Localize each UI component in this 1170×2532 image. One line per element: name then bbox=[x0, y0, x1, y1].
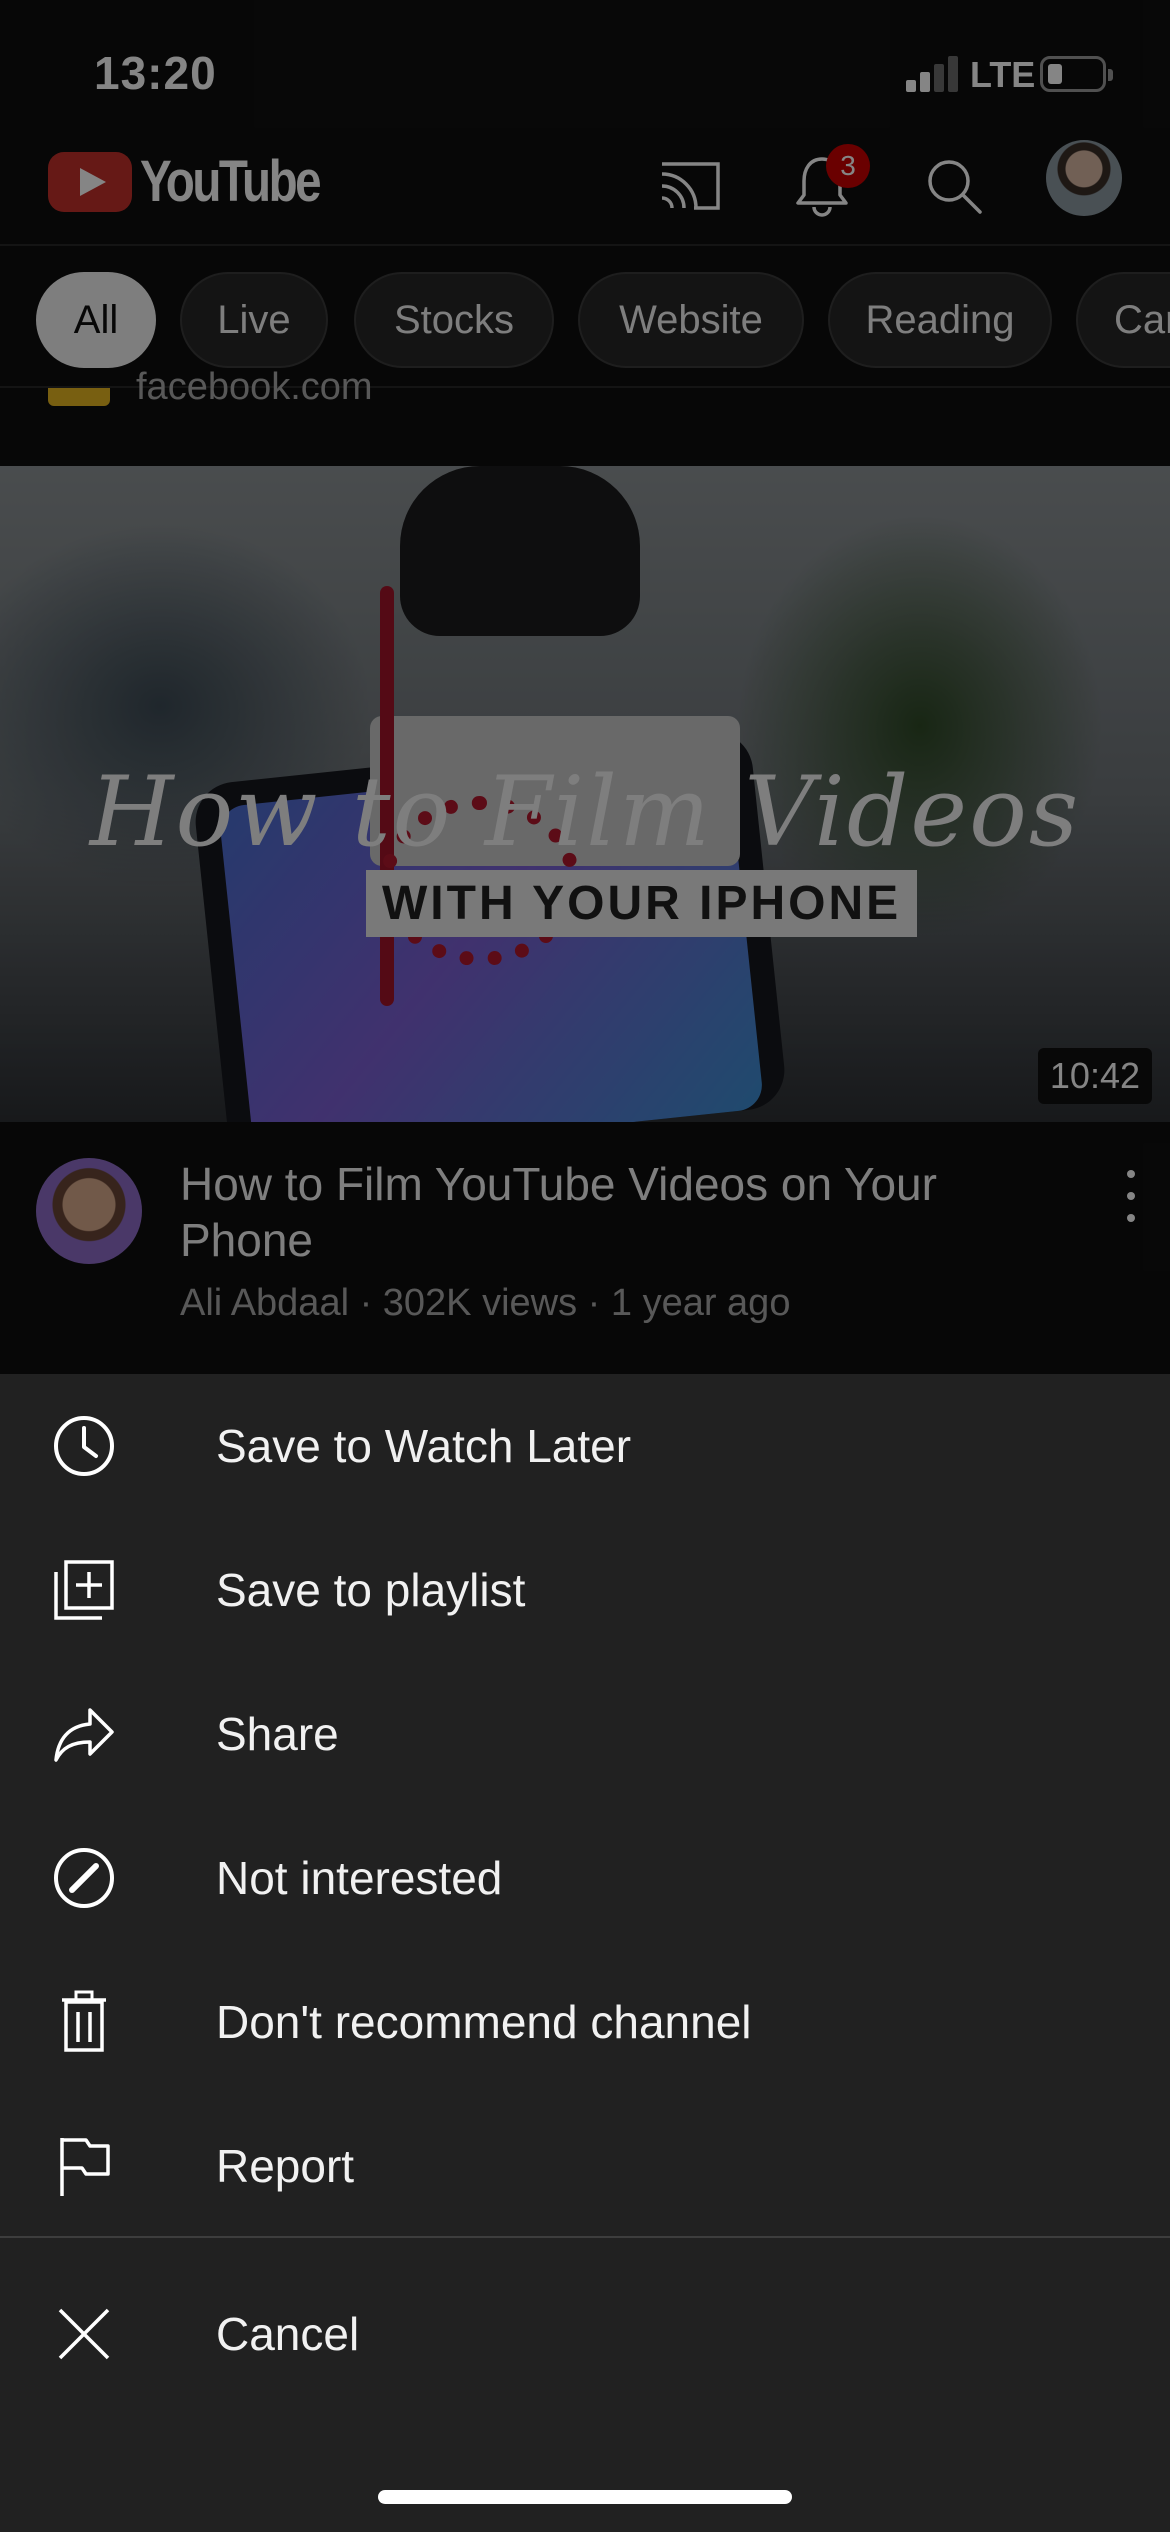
clock-icon bbox=[48, 1410, 120, 1482]
trash-icon bbox=[48, 1986, 120, 2058]
menu-label-save-playlist: Save to playlist bbox=[216, 1564, 526, 1616]
menu-label-share: Share bbox=[216, 1708, 339, 1760]
close-icon bbox=[48, 2298, 120, 2370]
playlist-add-icon bbox=[48, 1554, 120, 1626]
sheet-divider bbox=[0, 2236, 1170, 2238]
home-indicator[interactable] bbox=[378, 2490, 792, 2504]
menu-item-dont-recommend-channel[interactable]: Don't recommend channel bbox=[0, 1950, 1170, 2094]
modal-scrim[interactable] bbox=[0, 0, 1170, 1374]
menu-label-report: Report bbox=[216, 2140, 355, 2192]
menu-label-dont-recommend-channel: Don't recommend channel bbox=[216, 1996, 752, 2048]
menu-item-not-interested[interactable]: Not interested bbox=[0, 1806, 1170, 1950]
menu-item-share[interactable]: Share bbox=[0, 1662, 1170, 1806]
cancel-button[interactable]: Cancel bbox=[0, 2262, 1170, 2406]
cancel-label: Cancel bbox=[216, 2308, 360, 2360]
menu-label-save-watch-later: Save to Watch Later bbox=[216, 1420, 632, 1472]
menu-item-save-watch-later[interactable]: Save to Watch Later bbox=[0, 1374, 1170, 1518]
not-interested-icon bbox=[48, 1842, 120, 1914]
flag-icon bbox=[48, 2130, 120, 2202]
video-actions-sheet: Save to Watch Later Save to playlist Sha… bbox=[0, 1374, 1170, 2532]
menu-item-save-playlist[interactable]: Save to playlist bbox=[0, 1518, 1170, 1662]
share-icon bbox=[48, 1698, 120, 1770]
menu-label-not-interested: Not interested bbox=[216, 1852, 503, 1904]
menu-item-report[interactable]: Report bbox=[0, 2094, 1170, 2238]
